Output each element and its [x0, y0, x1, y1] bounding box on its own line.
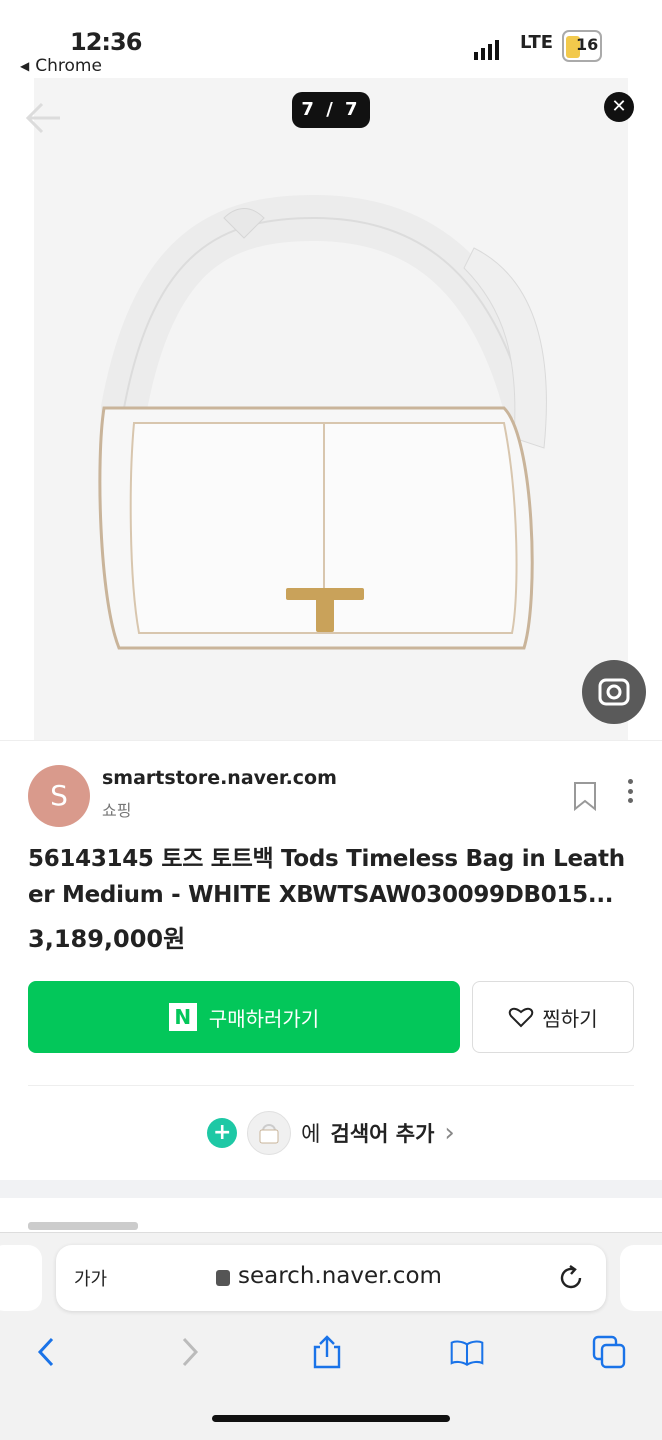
previous-tab-preview[interactable] — [0, 1245, 42, 1311]
url-text: search.naver.com — [238, 1263, 442, 1289]
status-bar: 12:36 ◀ Chrome LTE 16 — [0, 0, 662, 78]
plus-icon: + — [207, 1118, 238, 1148]
reload-icon — [560, 1265, 582, 1289]
result-card: S smartstore.naver.com 쇼핑 56143145 토즈 토트… — [0, 740, 662, 1180]
source-domain[interactable]: smartstore.naver.com — [102, 767, 337, 789]
image-viewer: 7 / 7 ✕ — [0, 78, 662, 740]
battery-icon: 16 — [562, 30, 602, 62]
add-search-term-button[interactable]: + 에 검색어 추가 › — [0, 1105, 662, 1161]
share-icon — [313, 1335, 341, 1369]
heart-icon — [509, 1007, 534, 1028]
browser-bottom-bar: 가가 search.naver.com — [0, 1232, 662, 1440]
product-title[interactable]: 56143145 토즈 토트백 Tods Timeless Bag in Lea… — [28, 841, 638, 913]
network-label: LTE — [520, 32, 554, 53]
source-category: 쇼핑 — [102, 801, 132, 820]
tabs-button[interactable] — [592, 1335, 626, 1369]
status-time: 12:36 — [70, 28, 142, 56]
chevron-right-icon: › — [444, 1118, 455, 1148]
url-display[interactable]: search.naver.com — [216, 1263, 442, 1289]
next-tab-preview[interactable] — [620, 1245, 662, 1311]
forward-button[interactable] — [172, 1335, 206, 1369]
text-size-button[interactable]: 가가 — [74, 1265, 107, 1291]
back-app-label: Chrome — [35, 56, 102, 76]
wishlist-label: 찜하기 — [542, 1006, 598, 1031]
chevron-left-icon — [37, 1337, 54, 1367]
wishlist-button[interactable]: 찜하기 — [472, 981, 634, 1053]
close-viewer-button[interactable]: ✕ — [604, 92, 634, 122]
source-avatar: S — [28, 765, 90, 827]
previous-image-button[interactable] — [22, 98, 66, 138]
more-options-button[interactable] — [626, 779, 634, 803]
back-to-app-link[interactable]: ◀ Chrome — [20, 56, 102, 76]
arrow-left-icon — [25, 102, 60, 134]
add-search-prefix: 에 — [301, 1122, 321, 1146]
tabs-icon — [592, 1335, 626, 1369]
bookmarks-button[interactable] — [450, 1335, 484, 1369]
home-indicator — [212, 1415, 450, 1422]
lens-search-button[interactable] — [582, 660, 646, 724]
product-price: 3,189,000원 — [28, 925, 186, 953]
add-search-label: 검색어 추가 — [330, 1122, 435, 1146]
book-icon — [450, 1340, 484, 1366]
section-gap — [0, 1180, 662, 1198]
signal-icon — [474, 40, 499, 60]
share-button[interactable] — [310, 1335, 344, 1369]
buy-button[interactable]: N 구매하러가기 — [28, 981, 460, 1053]
naver-n-icon: N — [168, 1003, 197, 1031]
bookmark-button[interactable] — [572, 781, 598, 812]
chevron-right-icon — [182, 1337, 199, 1367]
image-counter: 7 / 7 — [292, 92, 370, 128]
bag-thumbnail-icon — [259, 1124, 279, 1144]
battery-level: 16 — [576, 35, 599, 54]
lock-icon — [216, 1270, 230, 1286]
tote-bag-image — [34, 78, 628, 740]
buy-button-label: 구매하러가기 — [208, 1006, 320, 1031]
bookmark-icon — [574, 782, 596, 812]
lens-icon — [598, 678, 630, 706]
address-bar[interactable]: 가가 search.naver.com — [56, 1245, 606, 1311]
back-button[interactable] — [30, 1335, 64, 1369]
close-icon: ✕ — [611, 96, 627, 117]
bag-thumbnail — [247, 1111, 292, 1155]
browser-toolbar — [0, 1329, 662, 1379]
reload-button[interactable] — [556, 1263, 586, 1293]
back-triangle-icon: ◀ — [20, 59, 30, 73]
divider — [28, 1085, 634, 1086]
product-photo[interactable] — [34, 78, 628, 740]
